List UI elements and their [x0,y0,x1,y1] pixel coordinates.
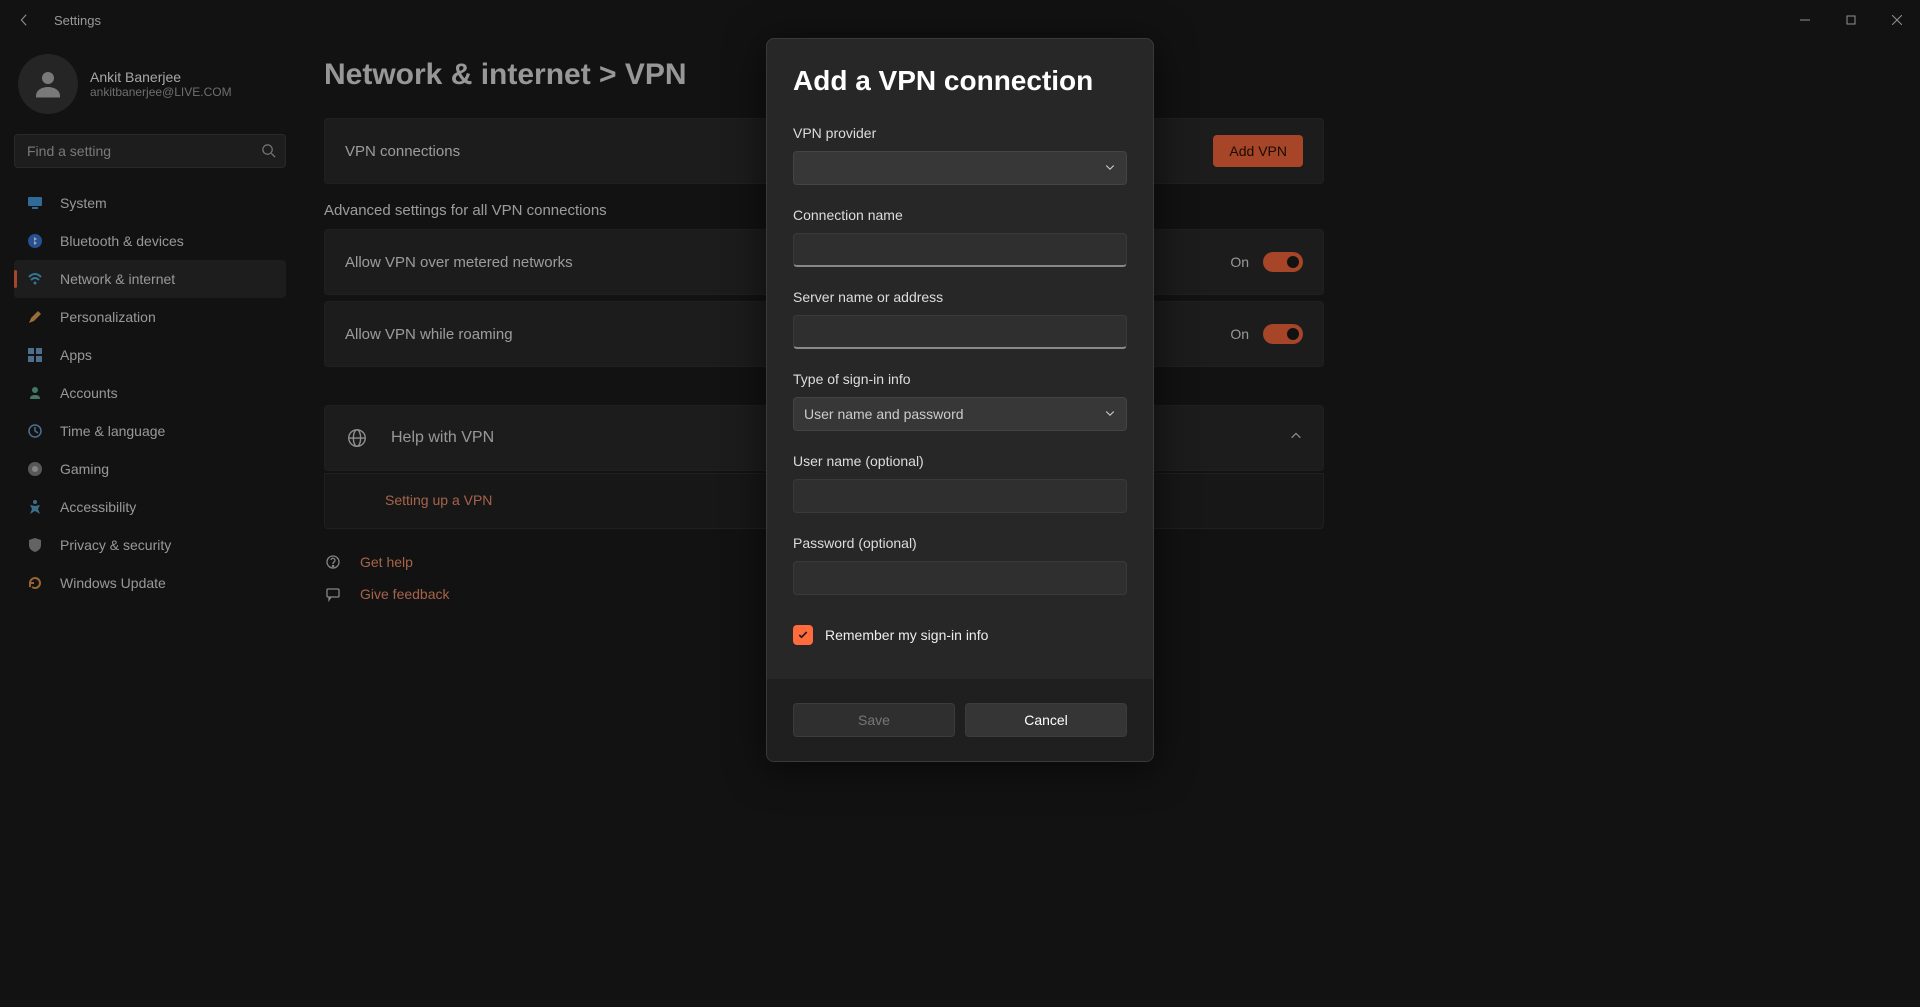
vpn-provider-dropdown[interactable] [793,151,1127,185]
server-input[interactable] [793,315,1127,349]
remember-checkbox-row: Remember my sign-in info [793,625,1127,645]
username-label: User name (optional) [793,453,1127,469]
save-button[interactable]: Save [793,703,955,737]
server-label: Server name or address [793,289,1127,305]
signin-type-value: User name and password [804,406,1104,422]
add-vpn-modal: Add a VPN connection VPN provider Connec… [766,38,1154,762]
modal-title: Add a VPN connection [793,65,1127,97]
remember-checkbox[interactable] [793,625,813,645]
password-label: Password (optional) [793,535,1127,551]
signin-type-dropdown[interactable]: User name and password [793,397,1127,431]
signin-type-label: Type of sign-in info [793,371,1127,387]
username-input[interactable] [793,479,1127,513]
remember-label: Remember my sign-in info [825,627,988,643]
vpn-provider-label: VPN provider [793,125,1127,141]
chevron-down-icon [1104,406,1116,422]
connection-name-input[interactable] [793,233,1127,267]
chevron-down-icon [1104,160,1116,176]
connection-name-label: Connection name [793,207,1127,223]
password-input[interactable] [793,561,1127,595]
cancel-button[interactable]: Cancel [965,703,1127,737]
modal-overlay: Add a VPN connection VPN provider Connec… [0,0,1920,1007]
